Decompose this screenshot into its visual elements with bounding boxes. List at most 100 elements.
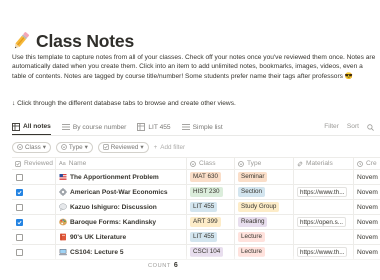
pencil-emoji-icon: [14, 32, 30, 49]
note-title: Kazuo Ishiguro: Discussion: [70, 203, 157, 211]
view-tabs: All notes By course number LIT 455 Simpl…: [12, 119, 374, 135]
created-date: Novem: [357, 233, 378, 241]
reviewed-checkbox[interactable]: [16, 218, 23, 226]
filter-chip-type[interactable]: Type ▾: [55, 141, 93, 153]
column-label: Reviewed: [24, 160, 53, 167]
sort-button[interactable]: Sort: [347, 123, 359, 131]
filter-chip-label: Class: [25, 143, 41, 151]
tab-all-notes[interactable]: All notes: [12, 119, 51, 135]
type-cell[interactable]: Section: [235, 185, 294, 199]
table-row[interactable]: Baroque Forms: Kandinsky ART 399 Reading ht…: [12, 215, 380, 230]
tab-label: By course number: [72, 123, 127, 131]
table-row[interactable]: American Post-War Economics HIST 230 Secti…: [12, 185, 380, 200]
palette-emoji-icon: [59, 218, 67, 226]
view-actions: Filter Sort: [324, 123, 374, 131]
created-date: Novem: [357, 173, 378, 181]
reviewed-checkbox[interactable]: [16, 203, 23, 211]
table-row[interactable]: The Apportionment Problem MAT 630 Seminar N…: [12, 170, 380, 185]
name-cell[interactable]: Kazuo Ishiguro: Discussion: [56, 200, 187, 214]
created-cell: Novem: [354, 185, 380, 199]
created-date: Novem: [357, 188, 378, 196]
type-tag: Section: [238, 187, 266, 197]
text-icon: Aa: [59, 160, 66, 167]
class-cell[interactable]: LIT 455: [187, 230, 235, 244]
speech-bubble-emoji-icon: [59, 203, 67, 211]
created-cell: Novem: [354, 230, 380, 244]
class-tag: MAT 630: [190, 172, 221, 182]
tabs-divider: [12, 135, 380, 136]
filter-button[interactable]: Filter: [324, 123, 339, 131]
add-filter-button[interactable]: + Add filter: [154, 144, 186, 151]
reviewed-cell: [12, 230, 56, 244]
materials-link[interactable]: https://open.s...: [297, 217, 347, 227]
class-tag: LIT 455: [190, 232, 218, 242]
type-cell[interactable]: Lecture: [235, 230, 294, 244]
reviewed-checkbox[interactable]: [16, 173, 23, 181]
materials-cell[interactable]: [294, 170, 354, 184]
tab-by-course-number[interactable]: By course number: [61, 119, 127, 135]
gear-emoji-icon: [59, 188, 67, 196]
name-cell[interactable]: 90's UK Literature: [56, 230, 187, 244]
link-icon: [297, 161, 303, 166]
note-title: The Apportionment Problem: [70, 173, 159, 181]
column-header-created[interactable]: Cre: [354, 158, 380, 169]
materials-cell[interactable]: https://www.th...: [294, 185, 354, 199]
filter-chip-class[interactable]: Class ▾: [12, 141, 51, 153]
materials-link[interactable]: https://www.th...: [297, 187, 348, 197]
type-cell[interactable]: Study Group: [235, 200, 294, 214]
reviewed-checkbox[interactable]: [16, 248, 23, 256]
select-icon: [238, 160, 244, 167]
tab-simple-list[interactable]: Simple list: [181, 119, 223, 135]
class-cell[interactable]: MAT 630: [187, 170, 235, 184]
class-tag: ART 399: [190, 217, 221, 227]
created-date: Novem: [357, 218, 378, 226]
type-tag: Seminar: [238, 172, 268, 182]
name-cell[interactable]: American Post-War Economics: [56, 185, 187, 199]
name-cell[interactable]: Baroque Forms: Kandinsky: [56, 215, 187, 229]
column-header-class[interactable]: Class: [187, 158, 235, 169]
column-label: Name: [68, 160, 87, 167]
materials-cell[interactable]: [294, 200, 354, 214]
page-title[interactable]: Class Notes: [36, 31, 134, 52]
class-cell[interactable]: HIST 230: [187, 185, 235, 199]
list-icon: [61, 124, 70, 130]
materials-cell[interactable]: https://open.s...: [294, 215, 354, 229]
name-cell[interactable]: The Apportionment Problem: [56, 170, 187, 184]
count-value: 6: [173, 262, 178, 269]
note-title: Baroque Forms: Kandinsky: [70, 218, 157, 226]
add-filter-label: Add filter: [160, 143, 186, 151]
page-title-row: Class Notes: [12, 30, 134, 52]
table-row[interactable]: Kazuo Ishiguro: Discussion LIT 455 Study G…: [12, 200, 380, 215]
note-title: CS104: Lecture 5: [70, 248, 124, 256]
type-tag: Lecture: [238, 232, 266, 242]
class-tag: HIST 230: [190, 187, 223, 197]
chevron-down-icon: ▾: [42, 143, 46, 151]
computer-emoji-icon: [59, 249, 67, 256]
tab-lit-455[interactable]: LIT 455: [137, 119, 171, 135]
type-cell[interactable]: Seminar: [235, 170, 294, 184]
select-icon: [17, 144, 23, 150]
checkmark-icon: [17, 220, 22, 224]
column-header-materials[interactable]: Materials: [294, 158, 354, 169]
tab-label: Simple list: [192, 123, 223, 131]
flag-emoji-icon: [59, 173, 67, 181]
reviewed-cell: [12, 185, 56, 199]
search-icon[interactable]: [367, 124, 374, 131]
chevron-down-icon: ▾: [84, 143, 88, 151]
page-description: Use this template to capture notes from …: [12, 54, 376, 80]
checkmark-icon: [17, 190, 22, 194]
column-header-reviewed[interactable]: Reviewed: [12, 158, 56, 169]
materials-cell[interactable]: [294, 230, 354, 244]
class-cell[interactable]: ART 399: [187, 215, 235, 229]
clock-icon: [357, 160, 363, 167]
table-row[interactable]: 90's UK Literature LIT 455 Lecture Novem: [12, 230, 380, 245]
filter-chip-reviewed[interactable]: Reviewed ▾: [97, 141, 149, 153]
class-cell[interactable]: LIT 455: [187, 200, 235, 214]
column-header-type[interactable]: Type: [235, 158, 294, 169]
type-cell[interactable]: Reading: [235, 215, 294, 229]
reviewed-checkbox[interactable]: [16, 233, 23, 241]
column-label: Class: [199, 160, 216, 167]
reviewed-checkbox[interactable]: [16, 188, 23, 196]
column-header-name[interactable]: Aa Name: [56, 158, 187, 169]
table-icon: [137, 123, 146, 131]
